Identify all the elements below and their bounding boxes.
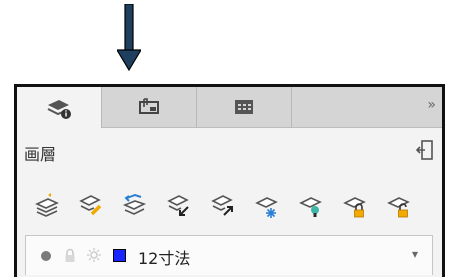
layer-isolate-icon[interactable] [297,191,325,219]
pointer-arrow-icon [117,4,141,72]
layer-toolbar [31,191,431,221]
layer-previous-icon[interactable] [121,191,149,219]
layer-lock-status-icon [65,248,75,262]
layer-on-bulb-icon [41,251,51,261]
layer-thaw-sun-icon [87,248,101,262]
layer-unlock-icon[interactable] [385,191,413,219]
layer-freeze-icon[interactable] [253,191,281,219]
layers-info-icon [47,99,71,119]
tab-table[interactable] [197,87,292,127]
panel-tab-bar: » [17,87,442,128]
sheet-set-icon [139,98,159,114]
layer-color-swatch [113,249,126,262]
layer-walk-up-icon[interactable] [209,191,237,219]
layer-lock-icon[interactable] [341,191,369,219]
current-layer-name: 12寸法 [138,249,191,268]
layer-match-icon[interactable] [77,191,105,219]
tab-overflow-button[interactable]: » [427,97,436,113]
layer-panel: » 画層 12寸法 ▾ [14,84,445,277]
table-grid-icon [235,100,253,114]
panel-title: 画層 [24,145,57,164]
current-layer-dropdown[interactable]: 12寸法 ▾ [25,235,433,275]
layer-set-current-icon[interactable] [33,191,61,219]
layer-walk-down-icon[interactable] [165,191,193,219]
tab-sheet-set[interactable] [102,87,197,127]
dock-panel-icon[interactable] [416,139,434,161]
chevron-down-icon[interactable]: ▾ [412,247,418,261]
tab-layers[interactable] [17,87,102,128]
